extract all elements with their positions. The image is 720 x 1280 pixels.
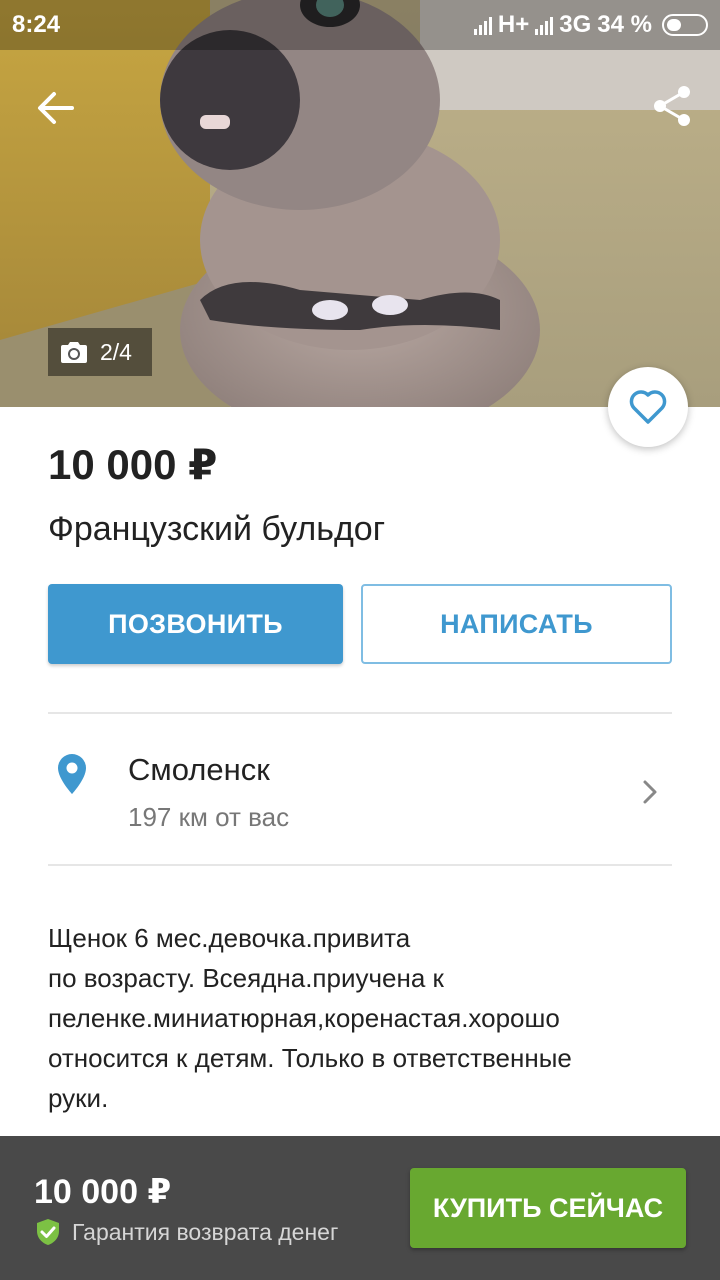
divider: [48, 864, 672, 866]
description-line: пеленке.миниатюрная,коренастая.хорошо: [48, 1003, 560, 1033]
share-icon: [654, 86, 690, 126]
network-type-2: 3G: [559, 11, 592, 38]
money-back-guarantee: Гарантия возврата денег: [36, 1218, 338, 1246]
location-row[interactable]: Смоленск 197 км от вас: [48, 714, 672, 866]
camera-icon: [61, 342, 87, 363]
location-city: Смоленск: [128, 752, 270, 787]
chevron-right-icon: [643, 780, 657, 804]
status-bar: 8:24 H+ 3G 34 %: [0, 0, 720, 50]
description-line: Щенок 6 мес.девочка.привита: [48, 923, 411, 953]
listing-price: 10 000 ₽: [48, 441, 218, 488]
heart-icon: [629, 390, 667, 424]
battery-percent: 34 %: [597, 11, 652, 38]
status-time: 8:24: [12, 11, 61, 38]
listing-description: Щенок 6 мес.девочка.привита по возрасту.…: [48, 918, 668, 1118]
signal-icon: [473, 15, 492, 35]
guarantee-text: Гарантия возврата денег: [72, 1218, 339, 1245]
description-line: относится к детям. Только в ответственны…: [48, 1043, 572, 1073]
battery-icon: [662, 14, 708, 36]
description-line: по возрасту. Всеядна.приучена к: [48, 963, 444, 993]
location-distance: 197 км от вас: [128, 802, 290, 832]
bottom-price: 10 000 ₽: [34, 1173, 172, 1211]
listing-title: Французский бульдог: [48, 510, 386, 548]
status-indicators: H+ 3G 34 %: [473, 11, 708, 39]
description-line: руки.: [48, 1083, 109, 1113]
call-button[interactable]: ПОЗВОНИТЬ: [48, 584, 343, 664]
photo-counter: 2/4: [48, 328, 152, 376]
network-type-1: H+: [497, 11, 530, 38]
bottom-purchase-bar: 10 000 ₽ Гарантия возврата денег КУПИТЬ …: [0, 1136, 720, 1280]
share-button[interactable]: [650, 84, 694, 128]
photo-counter-text: 2/4: [100, 338, 132, 365]
arrow-left-icon: [38, 92, 74, 124]
back-button[interactable]: [34, 86, 78, 130]
buy-now-button[interactable]: КУПИТЬ СЕЙЧАС: [410, 1168, 686, 1248]
favorite-button[interactable]: [608, 367, 688, 447]
signal-icon: [535, 15, 554, 35]
write-button[interactable]: НАПИСАТЬ: [361, 584, 672, 664]
location-pin-icon: [58, 754, 86, 794]
shield-check-icon: [37, 1219, 59, 1245]
